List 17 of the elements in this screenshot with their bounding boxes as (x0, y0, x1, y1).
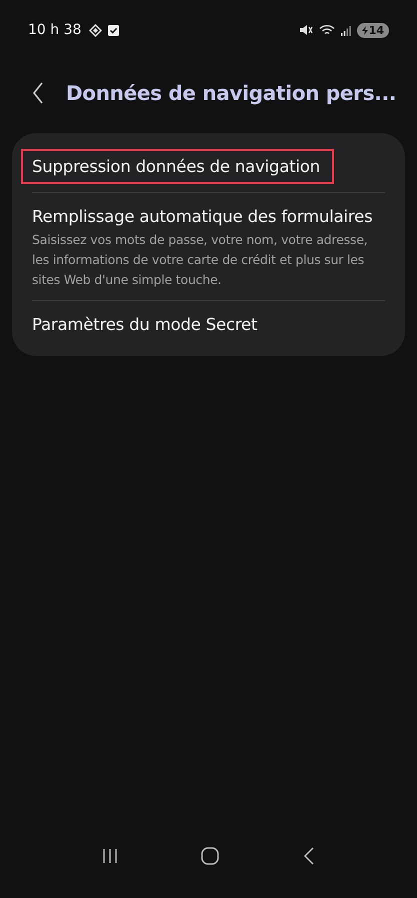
mute-icon (298, 24, 313, 36)
item-description: Saisissez vos mots de passe, votre nom, votre adresse, les informations de votre carte de crédit et plus sur les sites Web d'une simple touche. (32, 231, 369, 289)
item-title: Paramètres du mode Secret (32, 314, 258, 336)
back-icon[interactable] (32, 82, 44, 104)
signal-icon (340, 24, 351, 36)
item-title: Remplissage automatique des formulaires (32, 206, 373, 228)
status-time: 10 h 38 (28, 22, 82, 38)
diamond-icon (89, 24, 102, 36)
battery-indicator: 14 (356, 22, 389, 38)
page-title: Données de navigation pers... (66, 81, 396, 105)
back-icon[interactable] (303, 847, 316, 865)
wifi-icon (318, 24, 335, 36)
recent-apps-icon[interactable] (102, 848, 118, 864)
checkbox-icon (108, 24, 120, 36)
settings-item[interactable]: Paramètres du mode Secret (32, 301, 385, 348)
settings-item[interactable]: Remplissage automatique des formulaires Saisissez vos mots de passe, votre nom, votre adresse, les informations de votre carte de crédit et plus sur les sites Web d'une simple touche. (32, 193, 385, 300)
home-icon[interactable] (201, 847, 220, 865)
